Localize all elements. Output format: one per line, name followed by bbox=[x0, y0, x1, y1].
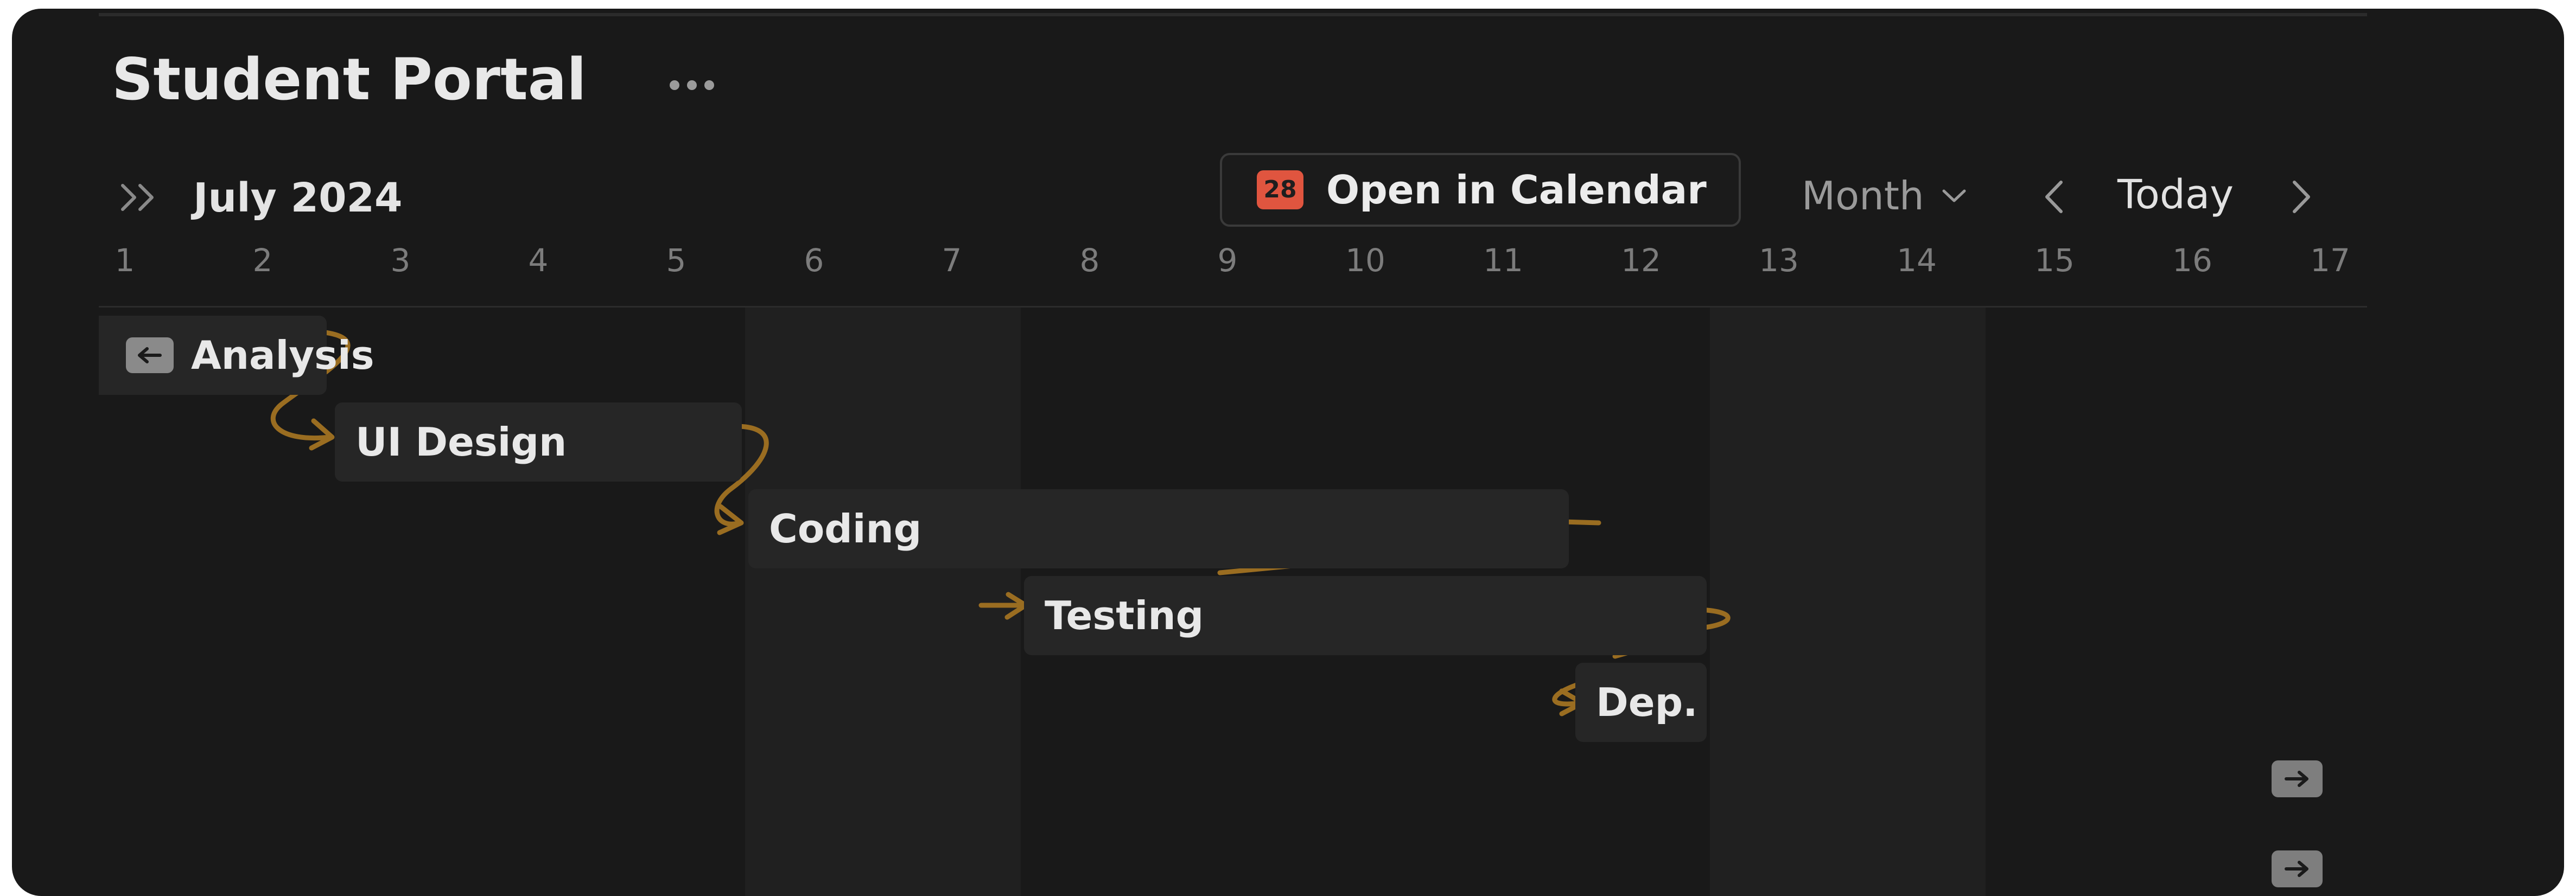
day-number-10: 10 bbox=[1345, 242, 1385, 279]
task-bar-ui-design[interactable]: UI Design bbox=[335, 402, 742, 482]
chevron-down-icon bbox=[1942, 189, 1966, 202]
chevron-left-icon[interactable] bbox=[2039, 178, 2070, 216]
open-in-calendar-button[interactable]: 28 Open in Calendar bbox=[1220, 153, 1741, 227]
double-chevron-right-icon[interactable] bbox=[118, 181, 162, 214]
day-number-16: 16 bbox=[2172, 242, 2212, 279]
scroll-right-button[interactable] bbox=[2272, 760, 2323, 797]
current-month-label: July 2024 bbox=[193, 175, 403, 221]
day-number-3: 3 bbox=[390, 242, 411, 279]
day-number-13: 13 bbox=[1759, 242, 1799, 279]
task-label: Dep. bbox=[1596, 680, 1698, 725]
day-number-17: 17 bbox=[2310, 242, 2350, 279]
calendar-icon: 28 bbox=[1257, 170, 1303, 209]
task-bar-testing[interactable]: Testing bbox=[1024, 576, 1707, 655]
task-label: UI Design bbox=[355, 419, 567, 465]
day-number-15: 15 bbox=[2034, 242, 2075, 279]
weekend-column bbox=[1710, 308, 1986, 896]
task-bar-analysis[interactable]: Analysis bbox=[99, 316, 374, 395]
day-number-11: 11 bbox=[1483, 242, 1523, 279]
task-label: Testing bbox=[1045, 593, 1204, 638]
weekend-column bbox=[745, 308, 1021, 896]
arrow-left-icon[interactable] bbox=[126, 337, 174, 373]
page-title: Student Portal bbox=[112, 46, 587, 113]
day-header-row: 1 2 3 4 5 6 7 8 9 10 11 12 13 14 15 16 17 bbox=[12, 242, 2564, 302]
more-horizontal-icon[interactable] bbox=[670, 76, 729, 94]
day-number-14: 14 bbox=[1897, 242, 1937, 279]
open-in-calendar-label: Open in Calendar bbox=[1326, 167, 1707, 213]
top-divider bbox=[99, 13, 2367, 16]
header-divider bbox=[99, 306, 2367, 308]
day-number-1: 1 bbox=[115, 242, 135, 279]
app-window: Student Portal July 2024 28 Open in Cale… bbox=[12, 9, 2564, 896]
day-number-8: 8 bbox=[1079, 242, 1100, 279]
view-mode-label: Month bbox=[1802, 173, 1924, 219]
calendar-icon-day: 28 bbox=[1263, 176, 1297, 203]
day-number-7: 7 bbox=[942, 242, 962, 279]
dependency-arrowhead bbox=[309, 418, 335, 451]
task-label: Coding bbox=[769, 506, 922, 552]
day-number-5: 5 bbox=[666, 242, 686, 279]
chevron-right-icon[interactable] bbox=[2286, 178, 2316, 216]
scroll-right-button[interactable] bbox=[2272, 850, 2323, 887]
task-bar-coding[interactable]: Coding bbox=[748, 489, 1569, 568]
today-button[interactable]: Today bbox=[2117, 171, 2234, 218]
dependency-arrowhead bbox=[717, 504, 744, 535]
arrow-right-icon bbox=[2285, 861, 2308, 877]
day-number-12: 12 bbox=[1621, 242, 1661, 279]
arrow-right-icon bbox=[2285, 771, 2308, 787]
day-number-6: 6 bbox=[804, 242, 824, 279]
day-number-2: 2 bbox=[252, 242, 273, 279]
day-number-4: 4 bbox=[528, 242, 549, 279]
view-mode-select[interactable]: Month bbox=[1802, 171, 1968, 220]
task-bar-dep[interactable]: Dep. bbox=[1575, 663, 1707, 742]
task-label: Analysis bbox=[191, 332, 374, 378]
day-number-9: 9 bbox=[1217, 242, 1238, 279]
